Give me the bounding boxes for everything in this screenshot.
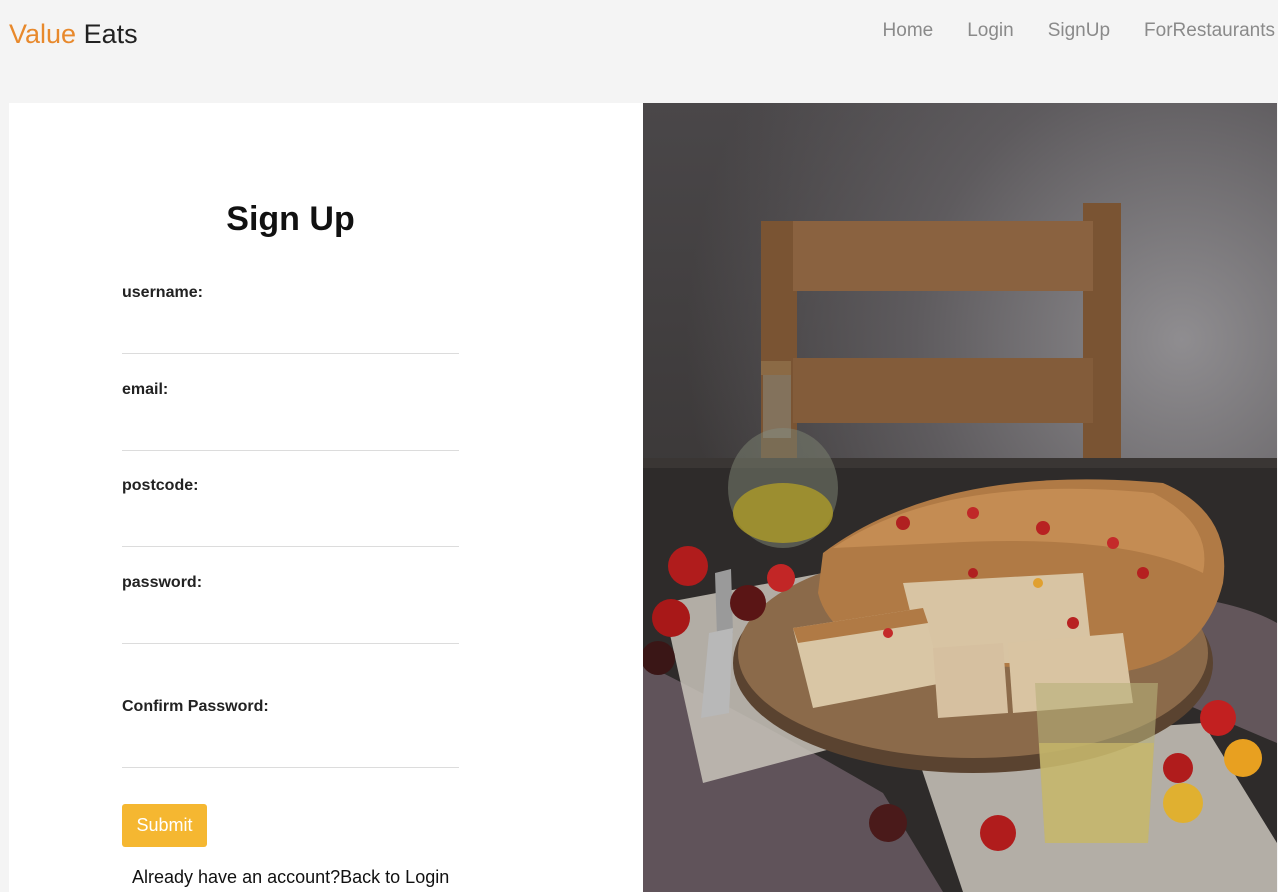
email-label: email: xyxy=(122,381,169,398)
password-label: password: xyxy=(122,574,203,591)
username-input[interactable] xyxy=(122,324,459,354)
login-prompt: Already have an account?Back to Login xyxy=(132,867,449,888)
brand-rest-text: Eats xyxy=(76,19,138,49)
nav-link-signup[interactable]: SignUp xyxy=(1048,19,1110,43)
hero-food-image xyxy=(643,103,1277,892)
nav-link-for-restaurants[interactable]: ForRestaurants xyxy=(1144,19,1275,43)
email-input[interactable] xyxy=(122,421,459,451)
confirm-password-input[interactable] xyxy=(122,738,459,768)
signup-panel: Sign Up username: email: postcode: passw… xyxy=(9,103,643,892)
top-navbar: Value Eats Home Login SignUp ForRestaura… xyxy=(0,0,1278,70)
brand-logo[interactable]: Value Eats xyxy=(9,18,138,50)
nav-link-login[interactable]: Login xyxy=(967,19,1014,43)
nav-link-home[interactable]: Home xyxy=(883,19,934,43)
password-input[interactable] xyxy=(122,614,459,644)
brand-accent-text: Value xyxy=(9,19,77,49)
email-field-group: email: xyxy=(122,381,459,451)
postcode-label: postcode: xyxy=(122,477,199,494)
password-field-group: password: xyxy=(122,574,459,644)
submit-button[interactable]: Submit xyxy=(122,804,207,847)
page-title: Sign Up xyxy=(226,200,355,238)
confirm-password-label: Confirm Password: xyxy=(122,698,269,715)
nav-links: Home Login SignUp ForRestaurants xyxy=(849,19,1275,43)
confirm-password-field-group: Confirm Password: xyxy=(122,698,459,768)
username-field-group: username: xyxy=(122,284,459,354)
back-to-login-link[interactable]: Back to Login xyxy=(340,867,449,887)
focaccia-photo-illustration xyxy=(643,203,1277,892)
already-account-text: Already have an account? xyxy=(132,867,341,887)
username-label: username: xyxy=(122,284,203,301)
postcode-field-group: postcode: xyxy=(122,477,459,547)
postcode-input[interactable] xyxy=(122,517,459,547)
